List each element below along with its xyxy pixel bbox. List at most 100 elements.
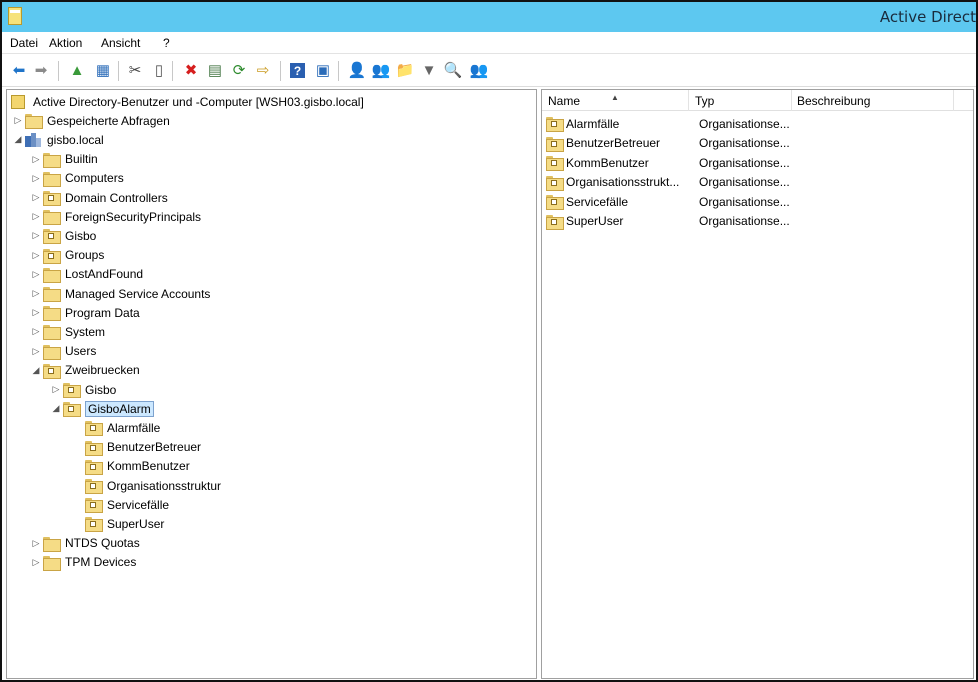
tree-node[interactable]: Alarmfälle — [71, 418, 160, 437]
expand-arrow-icon[interactable]: ▷ — [29, 192, 43, 203]
column-divider[interactable] — [688, 90, 689, 111]
filter-icon[interactable]: ▼ — [420, 61, 438, 79]
tree-node-label[interactable]: Servicefälle — [107, 498, 169, 512]
tree-node[interactable]: ▷ Gisbo — [49, 380, 116, 399]
tree-node-label[interactable]: Builtin — [65, 152, 98, 166]
tree-node-label[interactable]: Program Data — [65, 306, 140, 320]
tree-node[interactable]: ▷ Users — [29, 342, 96, 361]
menu-ansicht[interactable]: Ansicht — [101, 36, 140, 50]
tree-node[interactable]: BenutzerBetreuer — [71, 438, 201, 457]
collapse-arrow-icon[interactable]: ◢ — [11, 134, 25, 145]
list-item[interactable]: KommBenutzer Organisationse... — [546, 153, 966, 172]
column-divider[interactable] — [953, 90, 954, 111]
tree-node[interactable]: Servicefälle — [71, 495, 169, 514]
details-pane[interactable]: Name ▲ Typ Beschreibung Alarmfälle Organi… — [541, 89, 974, 679]
list-item[interactable]: SuperUser Organisationse... — [546, 212, 966, 231]
title-bar[interactable]: Active Direct — [2, 2, 976, 32]
tree-node[interactable]: ▷ Groups — [29, 246, 104, 265]
copy-icon[interactable]: ▯ — [150, 61, 168, 79]
collapse-arrow-icon[interactable]: ◢ — [29, 365, 43, 376]
tree-node-label[interactable]: Domain Controllers — [65, 191, 168, 205]
find-icon[interactable]: 🔍 — [444, 61, 463, 79]
refresh-icon[interactable]: ⟳ — [230, 61, 248, 79]
tree-node[interactable]: ◢ Zweibruecken — [29, 361, 140, 380]
expand-arrow-icon[interactable]: ▷ — [29, 250, 43, 261]
tree-node[interactable]: ▷ Domain Controllers — [29, 188, 168, 207]
tree-node-label[interactable]: Managed Service Accounts — [65, 287, 210, 301]
expand-arrow-icon[interactable]: ▷ — [29, 269, 43, 280]
tree-node[interactable]: KommBenutzer — [71, 457, 190, 476]
expand-arrow-icon[interactable]: ▷ — [29, 346, 43, 357]
column-typ[interactable]: Typ — [695, 94, 714, 108]
tree-node[interactable]: Organisationsstruktur — [71, 476, 221, 495]
tree-node-label[interactable]: GisboAlarm — [85, 400, 154, 417]
tree-node-label[interactable]: Active Directory-Benutzer und -Computer … — [33, 95, 364, 109]
tree-node[interactable]: Active Directory-Benutzer und -Computer … — [11, 92, 364, 111]
properties-icon[interactable]: ▤ — [206, 61, 224, 79]
tree-node-label[interactable]: System — [65, 325, 105, 339]
tree-node-label[interactable]: Organisationsstruktur — [107, 479, 221, 493]
export-list-icon[interactable]: ⇨ — [254, 61, 272, 79]
show-hide-console-tree-icon[interactable]: ▦ — [94, 61, 112, 79]
tree-node-label[interactable]: BenutzerBetreuer — [107, 440, 201, 454]
tree-node-label[interactable]: ForeignSecurityPrincipals — [65, 210, 201, 224]
expand-arrow-icon[interactable]: ▷ — [29, 211, 43, 222]
tree-node-label[interactable]: Gisbo — [85, 383, 116, 397]
tree-node[interactable]: ▷ LostAndFound — [29, 265, 143, 284]
add-to-group-icon[interactable]: 👥 — [470, 61, 489, 79]
tree-node-label[interactable]: Gespeicherte Abfragen — [47, 114, 170, 128]
expand-arrow-icon[interactable]: ▷ — [29, 557, 43, 568]
tree-node-label[interactable]: KommBenutzer — [107, 459, 190, 473]
tree-node-label[interactable]: NTDS Quotas — [65, 536, 140, 550]
tree-node-label[interactable]: Alarmfälle — [107, 421, 160, 435]
tree-node-label[interactable]: LostAndFound — [65, 267, 143, 281]
tree-node-label[interactable]: SuperUser — [107, 517, 164, 531]
list-item[interactable]: Organisationsstrukt... Organisationse... — [546, 173, 966, 192]
expand-arrow-icon[interactable]: ▷ — [29, 307, 43, 318]
cut-icon[interactable]: ✂ — [126, 61, 144, 79]
tree-node[interactable]: ▷ NTDS Quotas — [29, 534, 140, 553]
collapse-arrow-icon[interactable]: ◢ — [49, 403, 63, 414]
tree-node[interactable]: ▷ Program Data — [29, 303, 140, 322]
tree-node-label[interactable]: Users — [65, 344, 96, 358]
column-name[interactable]: Name — [548, 94, 580, 108]
column-beschreibung[interactable]: Beschreibung — [797, 94, 870, 108]
expand-arrow-icon[interactable]: ▷ — [29, 326, 43, 337]
list-item[interactable]: Alarmfälle Organisationse... — [546, 114, 966, 133]
tree-node[interactable]: ▷ Gisbo — [29, 226, 96, 245]
tree-node[interactable]: ▷ Gespeicherte Abfragen — [11, 111, 170, 130]
expand-arrow-icon[interactable]: ▷ — [29, 538, 43, 549]
tree-node[interactable]: ▷ System — [29, 322, 105, 341]
list-item[interactable]: BenutzerBetreuer Organisationse... — [546, 134, 966, 153]
menu-help[interactable]: ? — [163, 36, 170, 50]
expand-arrow-icon[interactable]: ▷ — [29, 288, 43, 299]
expand-arrow-icon[interactable]: ▷ — [49, 384, 63, 395]
expand-arrow-icon[interactable]: ▷ — [29, 230, 43, 241]
back-icon[interactable]: ⬅ — [10, 61, 28, 79]
tree-node-label[interactable]: Computers — [65, 171, 124, 185]
menu-datei[interactable]: Datei — [10, 36, 38, 50]
column-divider[interactable] — [791, 90, 792, 111]
tree-node-label[interactable]: gisbo.local — [47, 133, 104, 147]
tree-node[interactable]: ▷ ForeignSecurityPrincipals — [29, 207, 201, 226]
tree-node[interactable]: SuperUser — [71, 514, 164, 533]
up-folder-icon[interactable]: ▲ — [68, 61, 86, 79]
tree-node[interactable]: ▷ Builtin — [29, 150, 98, 169]
app-icon[interactable] — [8, 7, 22, 25]
tree-node-label[interactable]: Zweibruecken — [65, 363, 140, 377]
tree-node[interactable]: ▷ Computers — [29, 169, 124, 188]
new-group-icon[interactable]: 👥 — [372, 61, 391, 79]
tree-node[interactable]: ▷ Managed Service Accounts — [29, 284, 210, 303]
new-ou-icon[interactable]: 📁 — [396, 61, 415, 79]
action-pane-icon[interactable]: ▣ — [314, 61, 332, 79]
tree-node[interactable]: ◢ gisbo.local — [11, 130, 104, 149]
delete-icon[interactable]: ✖ — [182, 61, 200, 79]
forward-icon[interactable]: ➡ — [32, 61, 50, 79]
menu-aktion[interactable]: Aktion — [49, 36, 82, 50]
console-tree[interactable]: Active Directory-Benutzer und -Computer … — [6, 89, 537, 679]
tree-node[interactable]: ◢ GisboAlarm — [49, 399, 154, 418]
tree-node[interactable]: ▷ TPM Devices — [29, 553, 136, 572]
tree-node-label[interactable]: Gisbo — [65, 229, 96, 243]
tree-node-label[interactable]: TPM Devices — [65, 555, 136, 569]
list-item[interactable]: Servicefälle Organisationse... — [546, 192, 966, 211]
